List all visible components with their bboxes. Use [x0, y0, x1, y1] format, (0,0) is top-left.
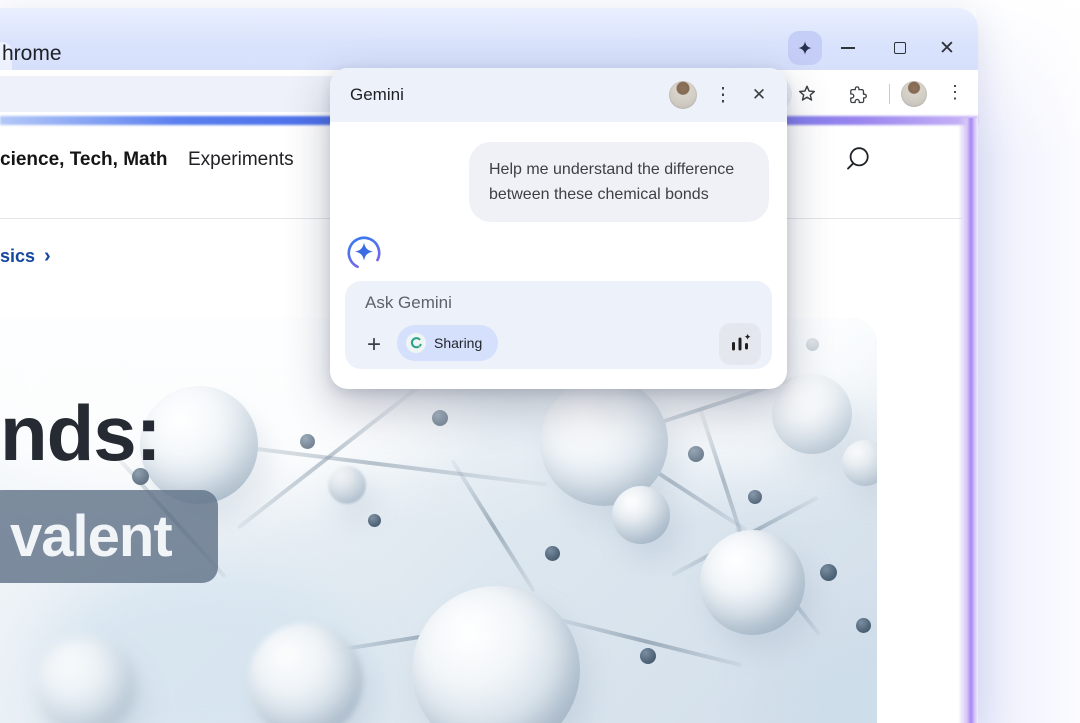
breadcrumb-link[interactable]: sics › — [0, 245, 51, 268]
gemini-panel: Gemini ⋮ ✕ Help me understand the differ… — [330, 68, 787, 389]
maximize-button[interactable] — [885, 33, 915, 63]
site-search-button[interactable] — [842, 145, 872, 180]
backdrop-top — [0, 0, 978, 8]
shared-tab-icon — [406, 333, 426, 353]
waveform-sparkle-icon — [728, 332, 752, 356]
window-close-button[interactable]: ✕ — [932, 33, 962, 63]
nav-item-experiments[interactable]: Experiments — [188, 149, 294, 171]
puzzle-icon — [848, 84, 869, 105]
toolbar-divider — [889, 84, 890, 104]
backdrop-gradient — [976, 0, 1080, 723]
gemini-input-box[interactable]: + Sharing — [345, 281, 772, 369]
hero-title-fragment: nds: — [0, 388, 161, 479]
gemini-profile-avatar[interactable] — [669, 81, 697, 109]
sharing-chip-label: Sharing — [434, 335, 482, 351]
user-message-bubble: Help me understand the difference betwee… — [469, 142, 769, 222]
minimize-button[interactable] — [833, 33, 863, 63]
gemini-sparkle-button[interactable] — [788, 31, 822, 65]
profile-avatar[interactable] — [901, 81, 927, 107]
chevron-right-icon: › — [44, 245, 51, 268]
gemini-close-button[interactable]: ✕ — [749, 85, 769, 105]
sharing-chip[interactable]: Sharing — [397, 325, 498, 361]
sparkle-icon — [797, 40, 813, 56]
nav-item-science-tech-math[interactable]: cience, Tech, Math — [0, 149, 168, 171]
gemini-thinking-spinner — [345, 234, 383, 272]
gemini-menu-button[interactable]: ⋮ — [713, 84, 733, 107]
tab-strip: hrome ✕ — [0, 8, 978, 70]
hero-badge-text: valent — [10, 503, 172, 570]
add-attachment-button[interactable]: + — [361, 333, 387, 359]
search-icon — [842, 145, 872, 175]
gemini-glow-right — [958, 118, 978, 723]
screenshot-stage: hrome ✕ — [0, 0, 1080, 723]
hero-highlight-box: valent — [0, 490, 218, 583]
minimize-icon — [841, 47, 855, 49]
gemini-header: Gemini ⋮ ✕ — [330, 68, 787, 122]
breadcrumb-label: sics — [0, 246, 35, 267]
bookmark-star-button[interactable] — [796, 83, 818, 110]
gemini-title: Gemini — [350, 85, 669, 105]
ask-gemini-input[interactable] — [363, 292, 743, 314]
tab-title[interactable]: hrome — [2, 42, 62, 66]
star-icon — [796, 83, 818, 105]
maximize-icon — [894, 42, 906, 54]
voice-input-button[interactable] — [719, 323, 761, 365]
extensions-button[interactable] — [848, 84, 869, 110]
browser-menu-button[interactable]: ⋮ — [946, 82, 964, 103]
